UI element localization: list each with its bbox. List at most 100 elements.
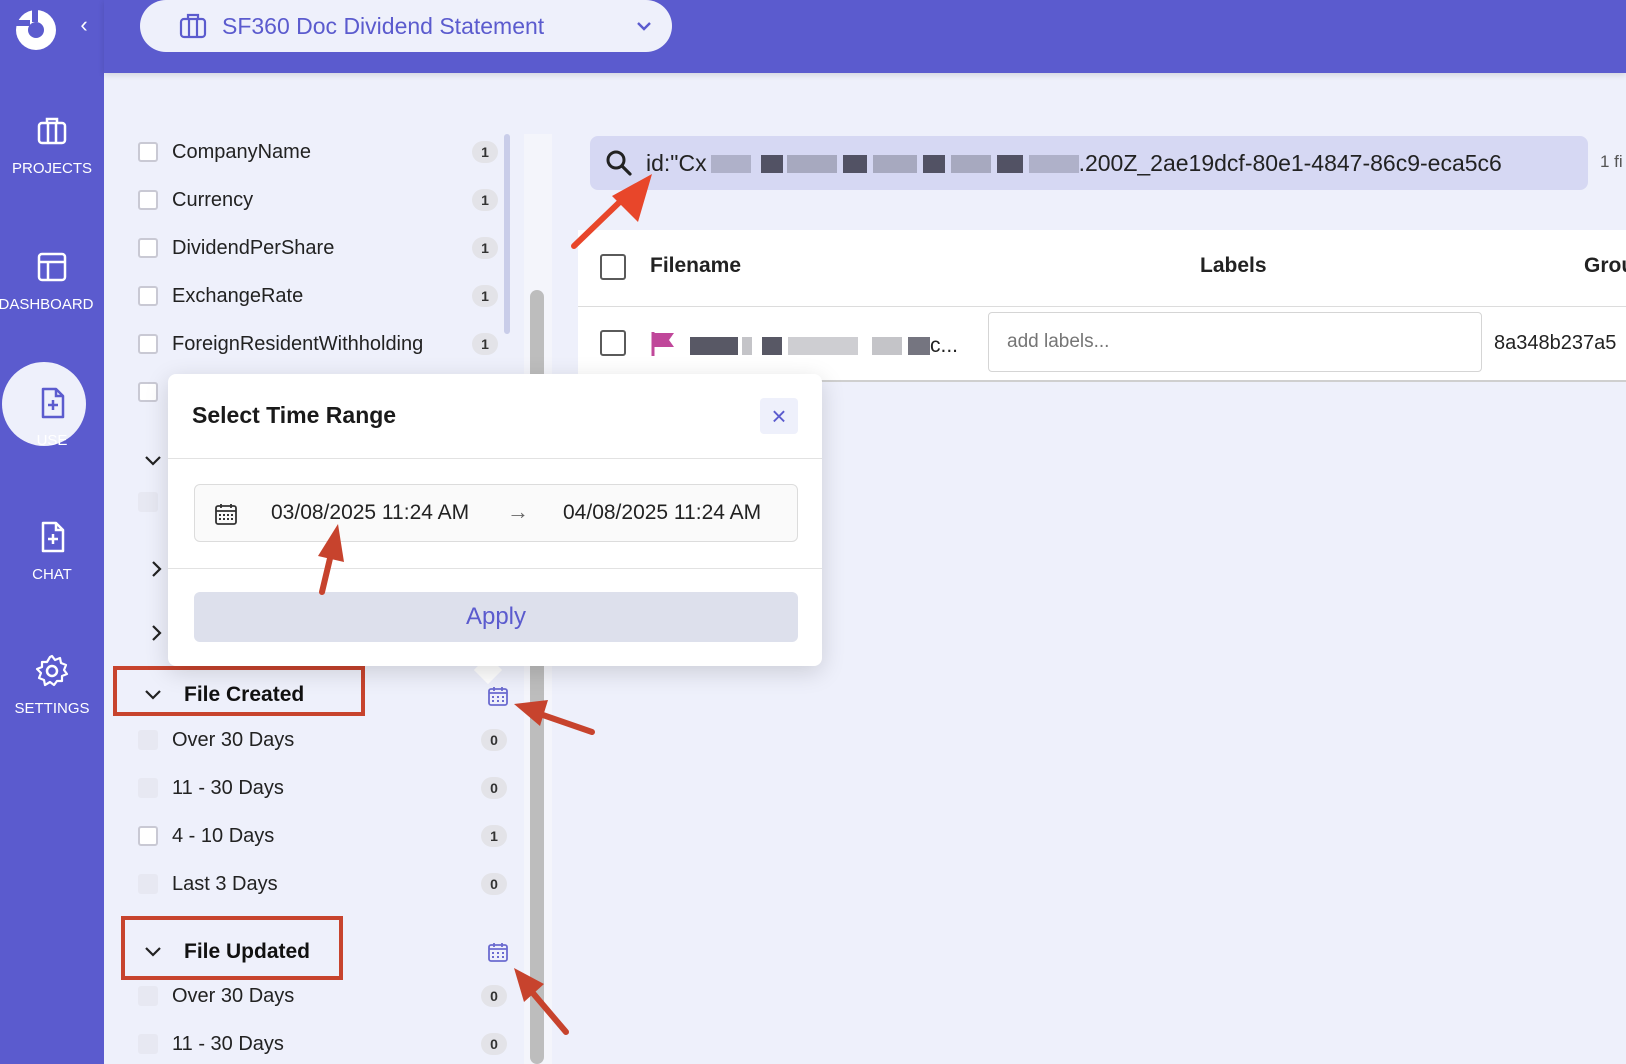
filter-option[interactable] (138, 378, 158, 406)
briefcase-icon (37, 117, 67, 145)
search-query-suffix: .200Z_2ae19dcf-80e1-4847-86c9-eca5c6 (1078, 149, 1502, 176)
redacted-text (872, 155, 917, 174)
redacted-text (950, 155, 991, 174)
search-input[interactable]: id:"Cx .200Z_2ae19dcf-80e1-4847-86c9-eca5… (590, 136, 1588, 190)
nav-chat[interactable]: CHAT (0, 518, 104, 583)
filter-option[interactable]: DividendPerShare (138, 234, 334, 262)
count-badge: 1 (472, 189, 498, 211)
row-checkbox[interactable] (600, 330, 626, 356)
checkbox[interactable] (138, 1034, 158, 1054)
file-plus-icon (41, 521, 65, 553)
chevron-down-icon[interactable] (142, 450, 164, 472)
filter-option[interactable]: ForeignResidentWithholding (138, 330, 423, 358)
filter-option[interactable]: Currency (138, 186, 253, 214)
nav-label: USE (36, 432, 68, 449)
checkbox[interactable] (138, 382, 158, 402)
filter-label: ForeignResidentWithholding (172, 332, 424, 355)
column-header-labels[interactable]: Labels (1200, 254, 1267, 278)
section-title: File Updated (184, 940, 311, 963)
count-badge: 1 (472, 237, 498, 259)
filter-option[interactable]: 4 - 10 Days (138, 822, 274, 850)
filter-label: Over 30 Days (172, 728, 295, 751)
checkbox[interactable] (138, 238, 158, 258)
checkbox[interactable] (138, 492, 158, 512)
date-range-picker[interactable]: 03/08/2025 11:24 AM → 04/08/2025 11:24 A… (194, 484, 798, 542)
filter-label: DividendPerShare (172, 236, 335, 259)
filter-option[interactable]: Over 30 Days (138, 982, 294, 1010)
close-icon[interactable]: × (760, 398, 798, 434)
column-header-filename[interactable]: Filename (650, 254, 741, 278)
group-cell: 8a348b237a5 (1494, 332, 1617, 354)
search-icon (606, 150, 632, 176)
calendar-icon[interactable] (486, 684, 510, 708)
nav-settings[interactable]: SETTINGS (0, 652, 104, 717)
end-date-input[interactable]: 04/08/2025 11:24 AM (563, 501, 761, 525)
count-badge: 1 (472, 333, 498, 355)
checkbox[interactable] (138, 826, 158, 846)
checkbox[interactable] (138, 286, 158, 306)
project-selector[interactable]: SF360 Doc Dividend Statement (140, 0, 672, 52)
filter-label: 4 - 10 Days (172, 824, 275, 847)
nav-label: CHAT (32, 566, 72, 583)
redacted-text (690, 337, 738, 356)
filename-suffix: c... (930, 334, 959, 357)
filter-option[interactable]: Over 30 Days (138, 726, 294, 754)
checkbox[interactable] (138, 986, 158, 1006)
filter-option[interactable]: CompanyName (138, 138, 311, 166)
checkbox[interactable] (138, 334, 158, 354)
nav-dashboard[interactable]: DASHBOARD (0, 248, 104, 313)
nav-projects[interactable]: PROJECTS (0, 112, 104, 177)
redacted-text (786, 155, 837, 174)
add-labels-input[interactable] (988, 312, 1482, 372)
divider (168, 458, 822, 459)
nav-use[interactable]: USE (0, 384, 104, 449)
redacted-text (996, 155, 1023, 174)
popover-title: Select Time Range (192, 402, 397, 428)
nav-label: DASHBOARD (0, 296, 94, 313)
filter-option[interactable]: 11 - 30 Days (138, 1030, 284, 1058)
layout-icon (37, 252, 67, 282)
gear-icon (35, 654, 69, 687)
redacted-text (788, 337, 858, 356)
chevron-down-icon (145, 690, 161, 700)
checkbox[interactable] (138, 874, 158, 894)
checkbox[interactable] (138, 190, 158, 210)
redacted-text (842, 155, 867, 174)
calendar-icon[interactable] (486, 940, 510, 964)
start-date-input[interactable]: 03/08/2025 11:24 AM (271, 501, 469, 525)
scrollbar-thumb[interactable] (504, 134, 510, 334)
filter-label: ExchangeRate (172, 284, 304, 307)
chevron-down-icon (637, 22, 651, 31)
app-logo-icon[interactable] (12, 4, 60, 52)
select-all-checkbox[interactable] (600, 254, 626, 280)
column-header-group[interactable]: Grou (1584, 254, 1626, 278)
file-created-header[interactable]: File Created (142, 683, 304, 707)
filter-label: 11 - 30 Days (172, 776, 284, 799)
checkbox[interactable] (138, 142, 158, 162)
filter-label: Over 30 Days (172, 984, 295, 1007)
count-badge: 1 (472, 141, 498, 163)
filter-option[interactable]: 11 - 30 Days (138, 774, 284, 802)
filter-option[interactable] (138, 488, 158, 516)
count-badge: 1 (472, 285, 498, 307)
sidebar: ‹ PROJECTS DASHBOARD USE CHAT SETTINGS (0, 0, 104, 1064)
redacted-text (872, 337, 902, 356)
checkbox[interactable] (138, 730, 158, 750)
filename-cell[interactable]: c... (690, 334, 958, 358)
filter-label: CompanyName (172, 140, 311, 163)
filter-option[interactable]: ExchangeRate (138, 282, 303, 310)
nav-label: SETTINGS (14, 700, 90, 717)
chevron-right-icon[interactable] (146, 558, 168, 580)
apply-button[interactable]: Apply (194, 592, 798, 642)
file-updated-header[interactable]: File Updated (142, 940, 310, 964)
section-title: File Created (184, 683, 305, 706)
chevron-right-icon[interactable] (146, 622, 168, 644)
filter-option[interactable]: Last 3 Days (138, 870, 278, 898)
collapse-sidebar-icon[interactable]: ‹ (74, 12, 94, 38)
redacted-text (760, 155, 783, 174)
count-badge: 1 (481, 825, 507, 847)
redacted-text (742, 337, 752, 356)
top-bar: SF360 Doc Dividend Statement (104, 0, 1626, 73)
flag-icon[interactable] (650, 330, 676, 358)
checkbox[interactable] (138, 778, 158, 798)
